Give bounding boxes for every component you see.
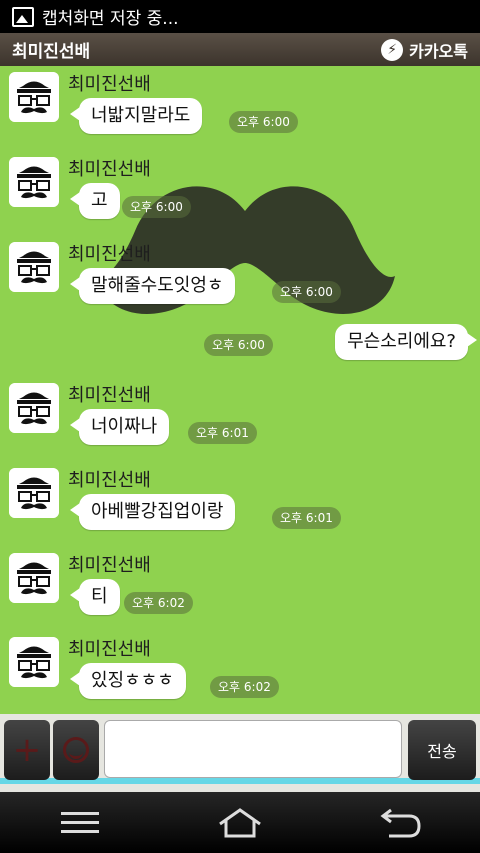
menu-button[interactable] <box>40 798 120 848</box>
message-row: 최미진선배 너이짜나 오후 6:01 <box>0 379 480 459</box>
back-icon <box>380 808 421 837</box>
message-time: 오후 6:01 <box>272 507 341 529</box>
message-row: 최미진선배 티 오후 6:02 <box>0 549 480 629</box>
status-bar: 캡처화면 저장 중... <box>0 0 480 33</box>
avatar[interactable] <box>9 468 59 518</box>
message-bubble[interactable]: 있징ㅎㅎㅎ <box>70 663 186 699</box>
message-time: 오후 6:02 <box>210 676 279 698</box>
chat-area[interactable]: 최미진선배 너밟지말라도 오후 6:00 최미진선배 고 오후 6:00 최미진… <box>0 66 480 712</box>
message-bubble-own[interactable]: 무슨소리에요? <box>335 324 477 360</box>
sender-name: 최미진선배 <box>68 639 151 660</box>
message-bubble[interactable]: 너밟지말라도 <box>69 98 203 134</box>
message-time: 오후 6:00 <box>229 111 298 133</box>
message-time: 오후 6:00 <box>122 196 191 218</box>
status-text: 캡처화면 저장 중... <box>42 9 179 29</box>
avatar[interactable] <box>9 72 59 122</box>
sender-name: 최미진선배 <box>68 470 151 491</box>
home-icon <box>219 807 261 837</box>
system-nav-bar <box>0 792 480 853</box>
smile-icon <box>63 737 89 763</box>
sender-name: 최미진선배 <box>68 159 151 180</box>
message-input[interactable] <box>104 720 402 778</box>
message-row-own: 오후 6:00 무슨소리에요? <box>0 324 480 368</box>
sender-name: 최미진선배 <box>68 244 151 265</box>
menu-icon <box>61 811 99 833</box>
image-icon <box>12 6 34 27</box>
avatar[interactable] <box>9 383 59 433</box>
kakaotalk-icon: ⚡ <box>381 38 404 61</box>
message-time: 오후 6:00 <box>204 334 273 356</box>
message-time: 오후 6:00 <box>272 281 341 303</box>
message-row: 최미진선배 너밟지말라도 오후 6:00 <box>0 68 480 148</box>
back-button[interactable] <box>360 798 440 848</box>
message-bubble[interactable]: 아베빨강집업이랑 <box>69 494 236 530</box>
message-time: 오후 6:02 <box>124 592 193 614</box>
message-bubble[interactable]: 너이짜나 <box>69 409 170 445</box>
avatar[interactable] <box>9 553 59 603</box>
chat-header: 최미진선배 ⚡ 카카오톡 <box>0 33 480 66</box>
message-bubble[interactable]: 말해줄수도잇엉ㅎ <box>69 268 236 304</box>
avatar[interactable] <box>9 242 59 292</box>
emoticon-button[interactable] <box>53 720 99 780</box>
sender-name: 최미진선배 <box>68 74 151 95</box>
brand: ⚡ 카카오톡 <box>381 38 468 62</box>
message-row: 최미진선배 있징ㅎㅎㅎ 오후 6:02 <box>0 633 480 712</box>
message-bubble[interactable]: 티 <box>70 579 120 615</box>
avatar[interactable] <box>9 157 59 207</box>
input-bar: + 전송 <box>0 712 480 792</box>
plus-icon: + <box>12 730 42 770</box>
message-time: 오후 6:01 <box>188 422 257 444</box>
sender-name: 최미진선배 <box>68 385 151 406</box>
chat-title: 최미진선배 <box>12 42 91 62</box>
message-bubble[interactable]: 고 <box>70 183 120 219</box>
message-row: 최미진선배 말해줄수도잇엉ㅎ 오후 6:00 <box>0 238 480 318</box>
avatar[interactable] <box>9 637 59 687</box>
brand-label: 카카오톡 <box>409 41 468 61</box>
attach-button[interactable]: + <box>4 720 50 780</box>
send-button[interactable]: 전송 <box>408 720 476 780</box>
message-row: 최미진선배 고 오후 6:00 <box>0 153 480 233</box>
home-button[interactable] <box>200 798 280 848</box>
message-row: 최미진선배 아베빨강집업이랑 오후 6:01 <box>0 464 480 544</box>
sender-name: 최미진선배 <box>68 555 151 576</box>
